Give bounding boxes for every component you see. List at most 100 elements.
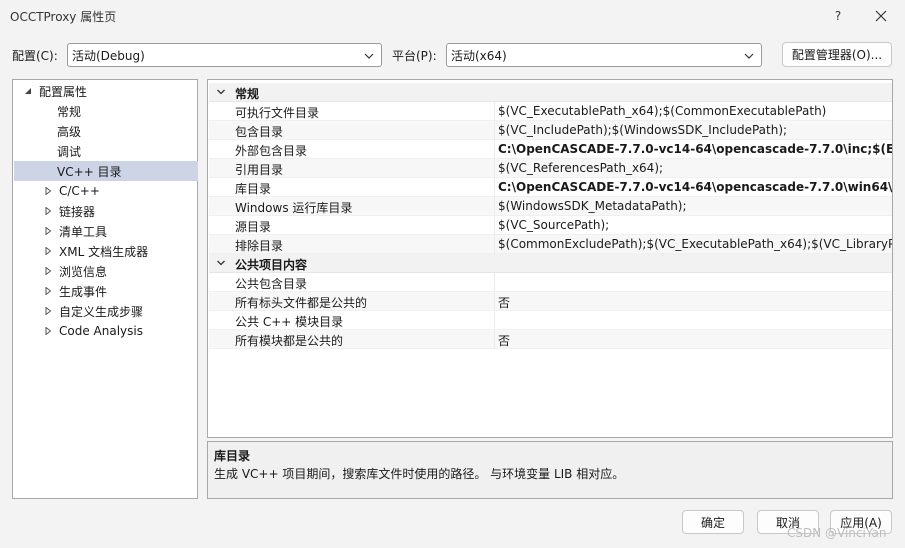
config-manager-button-label: 配置管理器(O)... xyxy=(791,48,883,62)
property-value[interactable]: C:\OpenCASCADE-7.7.0-vc14-64\opencascade… xyxy=(498,180,892,194)
watermark: CSDN @VinciYan xyxy=(787,526,887,540)
grid-row[interactable]: 库目录 C:\OpenCASCADE-7.7.0-vc14-64\opencasc… xyxy=(209,178,892,197)
property-name: 外部包含目录 xyxy=(235,144,308,158)
column-divider xyxy=(494,140,495,159)
tree-item[interactable]: VC++ 目录 xyxy=(14,161,198,181)
tree-item[interactable]: Code Analysis xyxy=(14,321,198,341)
grid-row[interactable]: 外部包含目录 C:\OpenCASCADE-7.7.0-vc14-64\openc… xyxy=(209,140,892,159)
property-tree: 配置属性常规高级调试 VC++ 目录 C/C++ 链接器清单工具 XML 文档生成器浏览… xyxy=(12,79,198,499)
property-value[interactable]: $(VC_SourcePath); xyxy=(498,218,609,232)
tree-item[interactable]: 生成事件 xyxy=(14,281,198,301)
property-value[interactable]: $(VC_ExecutablePath_x64);$(CommonExecuta… xyxy=(498,104,826,118)
config-manager-button[interactable]: 配置管理器(O)... xyxy=(782,42,892,67)
tree-item-label: 高级 xyxy=(57,124,82,139)
property-value[interactable]: 否 xyxy=(498,294,510,311)
ok-button[interactable]: 确定 xyxy=(682,510,744,534)
tree-item-label: VC++ 目录 xyxy=(57,164,122,179)
chevron-down-icon xyxy=(744,53,754,59)
config-label: 配置(C): xyxy=(12,49,58,63)
config-dropdown[interactable]: 活动(Debug) xyxy=(67,43,382,67)
property-value[interactable]: 否 xyxy=(498,332,510,349)
collapsed-triangle-icon[interactable] xyxy=(43,226,53,236)
grid-row[interactable]: 所有模块都是公共的 否 xyxy=(209,330,892,349)
tree-item[interactable]: 自定义生成步骤 xyxy=(14,301,198,321)
tree-item[interactable]: 浏览信息 xyxy=(14,261,198,281)
column-divider xyxy=(494,159,495,178)
help-button[interactable]: ? xyxy=(826,4,850,28)
property-value[interactable]: $(CommonExcludePath);$(VC_ExecutablePath… xyxy=(498,237,892,251)
property-value[interactable]: $(WindowsSDK_MetadataPath); xyxy=(498,199,687,213)
column-divider xyxy=(494,178,495,197)
property-value[interactable]: $(VC_IncludePath);$(WindowsSDK_IncludePa… xyxy=(498,123,787,137)
grid-row[interactable]: 所有标头文件都是公共的 否 xyxy=(209,292,892,311)
window-title: OCCTProxy 属性页 xyxy=(10,10,117,24)
column-divider xyxy=(494,292,495,311)
expanded-triangle-icon[interactable] xyxy=(23,86,33,96)
description-title: 库目录 xyxy=(214,449,251,463)
property-name: 可执行文件目录 xyxy=(235,106,320,120)
column-divider xyxy=(494,235,495,254)
title-bar: OCCTProxy 属性页 ? xyxy=(0,0,905,32)
property-name: 所有模块都是公共的 xyxy=(235,334,344,348)
property-name: 源目录 xyxy=(235,220,272,234)
tree-item[interactable]: 配置属性 xyxy=(14,81,198,101)
collapsed-triangle-icon[interactable] xyxy=(43,306,53,316)
collapsed-triangle-icon[interactable] xyxy=(43,326,53,336)
platform-label: 平台(P): xyxy=(392,49,437,63)
property-name: 所有标头文件都是公共的 xyxy=(235,296,368,310)
tree-item[interactable]: 清单工具 xyxy=(14,221,198,241)
column-divider xyxy=(494,121,495,140)
description-panel: 库目录 生成 VC++ 项目期间，搜索库文件时使用的路径。 与环境变量 LIB … xyxy=(207,441,893,499)
grid-row[interactable]: Windows 运行库目录 $(WindowsSDK_MetadataPath); xyxy=(209,197,892,216)
close-icon xyxy=(875,10,887,22)
property-name: 公共 C++ 模块目录 xyxy=(235,315,344,329)
grid-row[interactable]: 包含目录 $(VC_IncludePath);$(WindowsSDK_Inclu… xyxy=(209,121,892,140)
grid-row[interactable]: 可执行文件目录 $(VC_ExecutablePath_x64);$(Common… xyxy=(209,102,892,121)
grid-row[interactable]: 源目录 $(VC_SourcePath); xyxy=(209,216,892,235)
tree-item-label: 浏览信息 xyxy=(59,264,108,279)
collapsed-triangle-icon[interactable] xyxy=(43,266,53,276)
tree-item[interactable]: C/C++ xyxy=(14,181,198,201)
tree-item-label: 配置属性 xyxy=(39,84,88,99)
grid-row[interactable]: 公共包含目录 xyxy=(209,273,892,292)
tree-item[interactable]: 常规 xyxy=(14,101,198,121)
tree-item[interactable]: XML 文档生成器 xyxy=(14,241,198,261)
grid-category[interactable]: 常规 xyxy=(209,83,892,102)
platform-dropdown-value: 活动(x64) xyxy=(451,48,507,63)
tree-item[interactable]: 链接器 xyxy=(14,201,198,221)
chevron-down-icon[interactable] xyxy=(216,258,226,268)
column-divider xyxy=(494,102,495,121)
property-name: 包含目录 xyxy=(235,125,284,139)
chevron-down-icon xyxy=(364,53,374,59)
collapsed-triangle-icon[interactable] xyxy=(43,286,53,296)
grid-row[interactable]: 公共 C++ 模块目录 xyxy=(209,311,892,330)
collapsed-triangle-icon[interactable] xyxy=(43,206,53,216)
column-divider xyxy=(494,311,495,330)
property-name: 库目录 xyxy=(235,182,272,196)
collapsed-triangle-icon[interactable] xyxy=(43,186,53,196)
tree-item-label: 生成事件 xyxy=(59,284,108,299)
grid-row[interactable]: 排除目录 $(CommonExcludePath);$(VC_Executable… xyxy=(209,235,892,254)
tree-item-label: Code Analysis xyxy=(59,324,143,338)
property-value[interactable]: C:\OpenCASCADE-7.7.0-vc14-64\opencascade… xyxy=(498,142,892,156)
help-icon: ? xyxy=(834,9,842,23)
grid-category-label: 常规 xyxy=(235,87,260,101)
property-name: 公共包含目录 xyxy=(235,277,308,291)
platform-dropdown[interactable]: 活动(x64) xyxy=(446,43,762,67)
ok-button-label: 确定 xyxy=(700,515,725,530)
property-name: 引用目录 xyxy=(235,163,284,177)
collapsed-triangle-icon[interactable] xyxy=(43,246,53,256)
tree-item-label: 链接器 xyxy=(59,204,96,219)
column-divider xyxy=(494,216,495,235)
close-button[interactable] xyxy=(869,4,893,28)
tree-item[interactable]: 高级 xyxy=(14,121,198,141)
tree-item-label: 调试 xyxy=(57,144,82,159)
grid-category[interactable]: 公共项目内容 xyxy=(209,254,892,273)
property-value[interactable]: $(VC_ReferencesPath_x64); xyxy=(498,161,663,175)
tree-item[interactable]: 调试 xyxy=(14,141,198,161)
tree-item-label: 自定义生成步骤 xyxy=(59,304,144,319)
grid-row[interactable]: 引用目录 $(VC_ReferencesPath_x64); xyxy=(209,159,892,178)
chevron-down-icon[interactable] xyxy=(216,87,226,97)
property-name: Windows 运行库目录 xyxy=(235,201,353,215)
column-divider xyxy=(494,330,495,349)
